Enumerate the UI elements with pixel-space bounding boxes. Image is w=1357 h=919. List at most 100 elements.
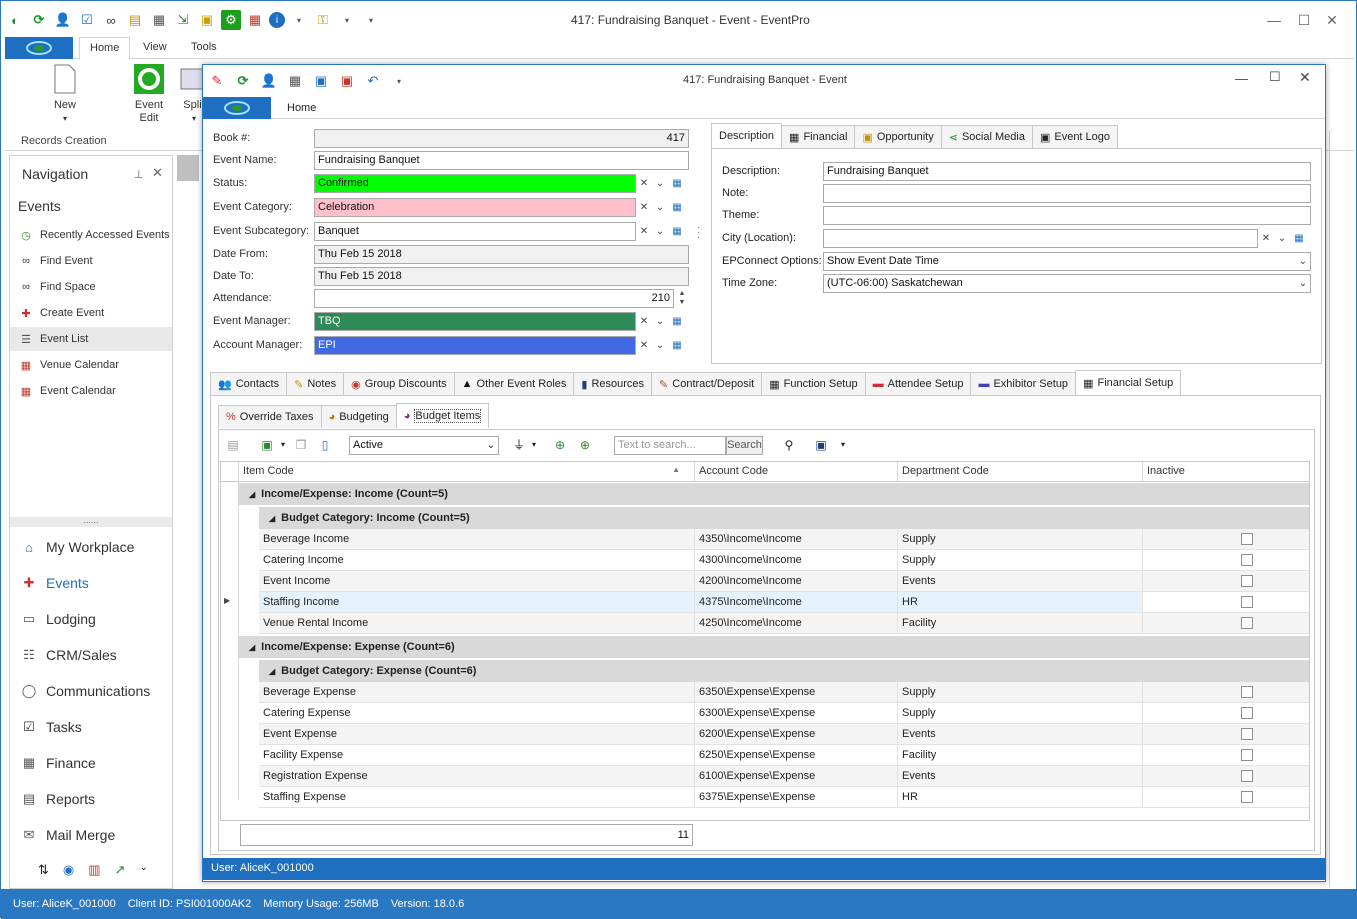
user-icon[interactable]: 👤 [259, 71, 279, 91]
epconnect-select[interactable]: Show Event Date Time [823, 252, 1311, 271]
inactive-checkbox[interactable] [1241, 554, 1253, 566]
tab-view[interactable]: View [143, 41, 167, 53]
table-row[interactable]: Facility Expense 6250\Expense\Expense Faci… [259, 745, 1309, 766]
tab-attendee-setup[interactable]: ▬ Attendee Setup [864, 372, 972, 395]
column-header-department-code[interactable]: Department Code [898, 462, 1143, 482]
customize-icon[interactable]: ▾ [361, 10, 381, 30]
calculator-icon[interactable]: ▦ [285, 71, 305, 91]
app-menu-tab[interactable] [203, 97, 271, 119]
calculator-icon[interactable]: ▦ [149, 10, 169, 30]
close-button[interactable]: ✕ [1299, 69, 1311, 86]
splitter-handle[interactable]: · · · [697, 223, 700, 243]
event-name-field[interactable]: Fundraising Banquet [314, 151, 689, 170]
chevron-down-icon[interactable]: ▾ [834, 436, 852, 454]
module-lodging[interactable]: ▭ Lodging [10, 604, 172, 634]
chevron-down-icon[interactable]: ⌄ [652, 222, 668, 241]
refresh-icon[interactable]: ⟳ [233, 71, 253, 91]
find-icon[interactable]: ⚲ [780, 436, 798, 454]
save-close-icon[interactable]: ▣ [337, 71, 357, 91]
close-icon[interactable]: ✕ [152, 165, 163, 181]
gear-icon[interactable]: ⚙ [221, 10, 241, 30]
close-button[interactable]: ✕ [1321, 9, 1343, 31]
folder-icon[interactable]: ▣ [197, 10, 217, 30]
event-manager-field[interactable]: TBQ [314, 312, 636, 331]
chevron-down-icon[interactable]: ⌄ [652, 336, 668, 355]
user-icon[interactable]: 👤 [53, 10, 73, 30]
tab-other-event-roles[interactable]: ▲ Other Event Roles [453, 372, 575, 395]
calendar-icon[interactable]: ▦ [245, 10, 265, 30]
pin-icon[interactable]: ✎ [207, 71, 227, 91]
module-my-workplace[interactable]: ⌂ My Workplace [10, 532, 172, 562]
chevron-down-icon[interactable]: ⌄ [652, 198, 668, 217]
inactive-checkbox[interactable] [1241, 707, 1253, 719]
tab-description[interactable]: Description [711, 123, 783, 148]
bar-chart-icon[interactable]: ▥ [88, 862, 100, 878]
filter-select[interactable]: Active [349, 436, 499, 455]
lookup-icon[interactable]: ▦ [669, 174, 685, 193]
search-input[interactable]: Text to search... [614, 436, 726, 455]
inactive-checkbox[interactable] [1241, 533, 1253, 545]
table-row[interactable]: Staffing Expense 6375\Expense\Expense HR [259, 787, 1309, 808]
tab-budgeting[interactable]: ◕ Budgeting [320, 405, 397, 428]
table-row[interactable]: Venue Rental Income 4250\Income\Income Fac… [259, 613, 1309, 634]
column-header-inactive[interactable]: Inactive [1143, 462, 1309, 482]
move-up-icon[interactable]: ⊕ [551, 436, 569, 454]
clear-icon[interactable]: ✕ [636, 312, 652, 331]
lookup-icon[interactable]: ▦ [1291, 229, 1307, 248]
inactive-checkbox[interactable] [1241, 575, 1253, 587]
tab-resources[interactable]: ▮ Resources [573, 372, 653, 395]
status-field[interactable]: Confirmed [314, 174, 636, 193]
column-header-account-code[interactable]: Account Code [695, 462, 898, 482]
splitter-grip[interactable]: ...... [10, 516, 172, 527]
chevron-down-icon[interactable]: ⌄ [482, 437, 500, 455]
city-field[interactable] [823, 229, 1258, 248]
nav-item-event-list[interactable]: ☰ Event List [10, 327, 172, 351]
lookup-icon[interactable]: ▦ [669, 198, 685, 217]
notepad-icon[interactable]: ▤ [125, 10, 145, 30]
group-row[interactable]: ◢ Budget Category: Expense (Count=6) [259, 660, 1309, 682]
book-number-field[interactable]: 417 [314, 129, 689, 148]
checklist-icon[interactable]: ☑ [77, 10, 97, 30]
nav-item-create-event[interactable]: ✚ Create Event [10, 301, 172, 325]
timezone-select[interactable]: (UTC-06:00) Saskatchewan [823, 274, 1311, 293]
inactive-checkbox[interactable] [1241, 686, 1253, 698]
nav-item-recently-accessed[interactable]: ◷ Recently Accessed Events [10, 223, 172, 247]
event-subcategory-field[interactable]: Banquet [314, 222, 636, 241]
table-row[interactable]: Beverage Income 4350\Income\Income Supply [259, 529, 1309, 550]
chevron-down-icon[interactable]: ⌄ [1295, 252, 1311, 271]
tab-notes[interactable]: ✎ Notes [286, 372, 345, 395]
lookup-icon[interactable]: ▦ [669, 336, 685, 355]
save-layout-icon[interactable]: ▣ [812, 436, 830, 454]
column-header-item-code[interactable]: Item Code ▲ [239, 462, 695, 482]
chevron-down-icon[interactable]: ⌄ [652, 312, 668, 331]
tab-override-taxes[interactable]: % Override Taxes [218, 405, 322, 428]
nav-item-event-calendar[interactable]: ▦ Event Calendar [10, 379, 172, 403]
chevron-down-icon[interactable]: ▾ [337, 10, 357, 30]
clear-icon[interactable]: ✕ [636, 222, 652, 241]
table-row[interactable]: Catering Expense 6300\Expense\Expense Supp… [259, 703, 1309, 724]
copy-icon[interactable]: ❐ [292, 436, 310, 454]
pin-icon[interactable]: ⊥ [134, 168, 144, 181]
minimize-button[interactable]: — [1263, 9, 1285, 31]
tab-budget-items[interactable]: ◕ Budget Items [395, 403, 490, 428]
note-field[interactable] [823, 184, 1311, 203]
event-category-field[interactable]: Celebration [314, 198, 636, 217]
nav-item-find-space[interactable]: ∞ Find Space [10, 275, 172, 299]
app-menu-tab[interactable] [5, 37, 73, 59]
chevron-down-icon[interactable]: ▾ [289, 10, 309, 30]
eventpro-logo-icon[interactable]: ◐ [5, 10, 25, 30]
tab-financial[interactable]: ▦ Financial [781, 125, 856, 148]
undo-icon[interactable]: ↶ [363, 71, 383, 91]
maximize-button[interactable]: ☐ [1269, 69, 1281, 85]
new-button[interactable]: New ▾ [45, 63, 85, 125]
chevron-down-icon[interactable]: ⌄ [1274, 229, 1290, 248]
inactive-checkbox[interactable] [1241, 770, 1253, 782]
inactive-checkbox[interactable] [1241, 617, 1253, 629]
maximize-button[interactable]: ☐ [1293, 9, 1315, 31]
tab-financial-setup[interactable]: ▦ Financial Setup [1075, 370, 1182, 395]
clear-icon[interactable]: ✕ [636, 198, 652, 217]
tab-group-discounts[interactable]: ◉ Group Discounts [343, 372, 455, 395]
account-manager-field[interactable]: EPI [314, 336, 636, 355]
table-row[interactable]: Event Expense 6200\Expense\Expense Events [259, 724, 1309, 745]
module-finance[interactable]: ▦ Finance [10, 748, 172, 778]
